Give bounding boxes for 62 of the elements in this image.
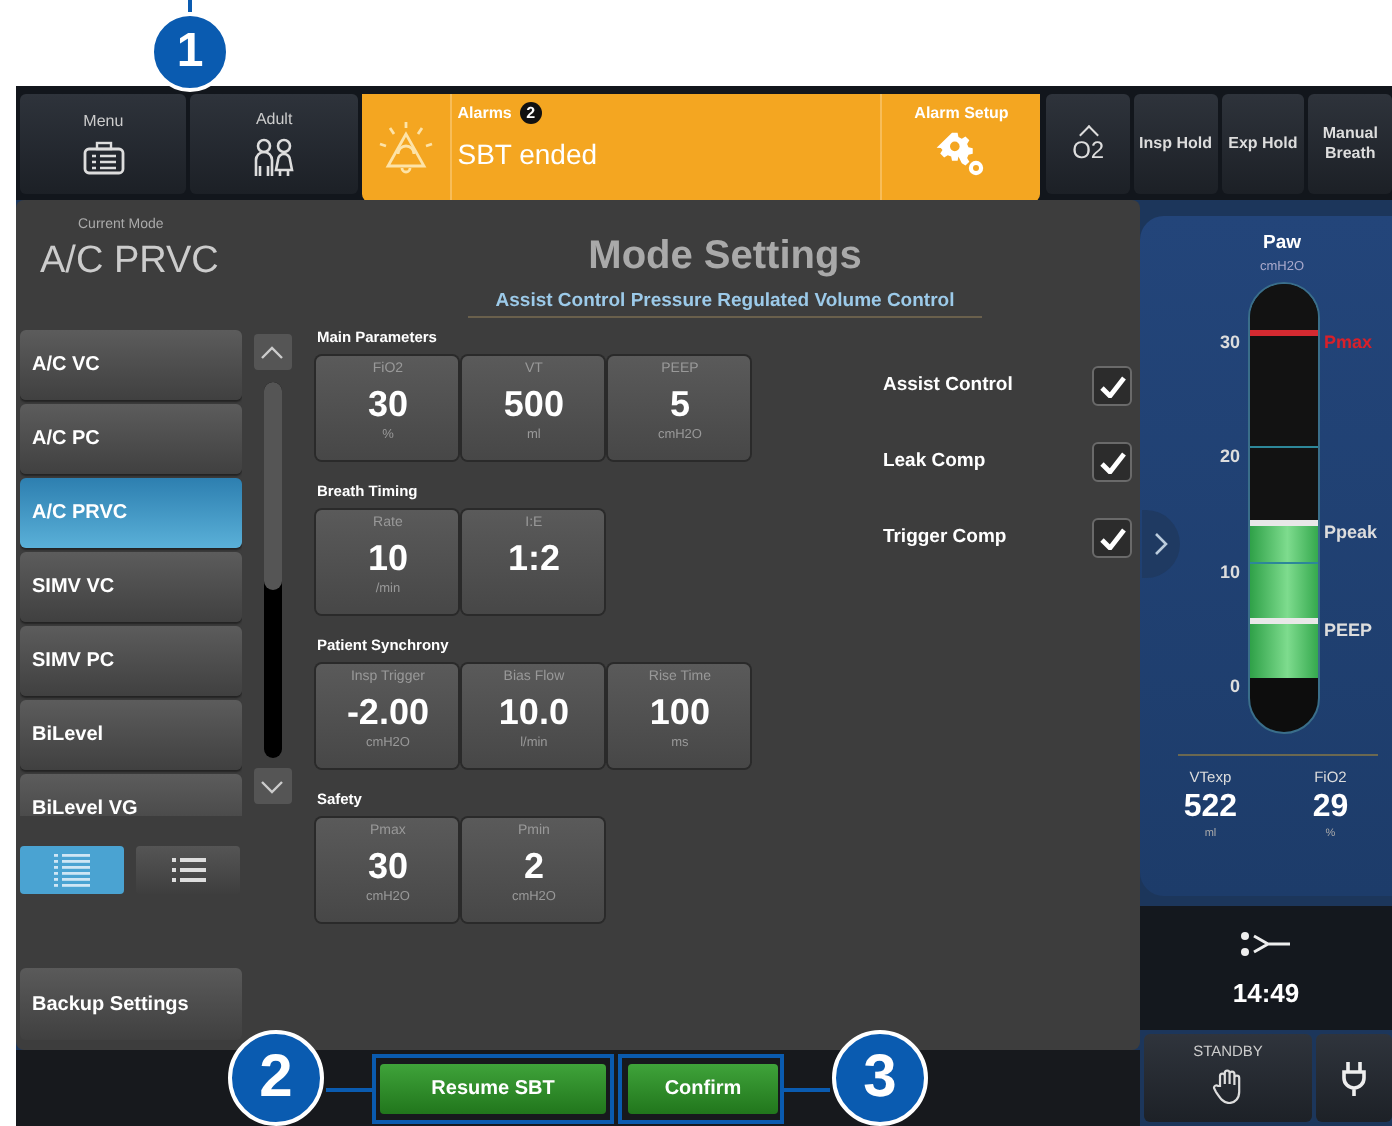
action-button[interactable]: Resume SBT <box>380 1063 606 1113</box>
callout-badge: 1 <box>150 12 230 92</box>
scale-label: 10 <box>1217 561 1240 582</box>
two-persons-icon <box>250 138 299 178</box>
checkbox[interactable] <box>1092 518 1132 558</box>
mode-item[interactable]: SIMV VC <box>20 552 242 622</box>
option-label: Assist Control <box>882 374 1013 396</box>
power-button[interactable] <box>1316 1034 1392 1122</box>
clipboard-icon <box>81 140 126 176</box>
scale-label: 20 <box>1217 446 1240 467</box>
patient-button[interactable]: Adult <box>190 94 358 194</box>
circuit-icon <box>1240 929 1292 957</box>
clock-time: 14:49 <box>1232 977 1300 1007</box>
marker-label: Ppeak <box>1324 521 1378 542</box>
alarm-count-badge: 2 <box>519 102 542 124</box>
panel-subtitle: Assist Control Pressure Regulated Volume Control <box>467 290 983 318</box>
scroll-up-button[interactable] <box>253 334 292 370</box>
current-mode-value: A/C PRVC <box>40 240 221 284</box>
reading-value: 29 <box>1312 790 1349 826</box>
oxygen-button[interactable]: O2 <box>1046 94 1130 194</box>
checkbox[interactable] <box>1092 442 1132 482</box>
mode-item[interactable]: A/C PC <box>20 404 242 474</box>
scroll-down-button[interactable] <box>253 768 292 804</box>
chevron-right-icon <box>1154 532 1168 556</box>
gauge-title: Paw <box>1262 232 1301 254</box>
mode-item[interactable]: BiLevel <box>20 700 242 770</box>
gears-icon <box>935 130 988 178</box>
toolbar-button[interactable]: Exp Hold <box>1221 94 1305 194</box>
alarm-bell-icon <box>377 120 434 176</box>
marker-label: PEEP <box>1324 620 1373 641</box>
view-toggle[interactable] <box>136 846 240 894</box>
check-icon <box>1099 451 1125 473</box>
reading-value: 522 <box>1183 790 1238 826</box>
alarm-message: SBT ended <box>457 138 600 170</box>
check-icon <box>1099 375 1125 397</box>
dense-list-icon <box>54 853 90 887</box>
mode-item[interactable]: BiLevel VG <box>20 774 242 816</box>
view-toggle[interactable] <box>20 846 124 894</box>
scale-label: 30 <box>1217 331 1240 352</box>
option-label: Trigger Comp <box>882 526 1007 548</box>
marker-label: Pmax <box>1324 331 1373 352</box>
toolbar-button[interactable]: Manual Breath <box>1308 94 1392 194</box>
chevron-down-icon <box>260 779 285 793</box>
chevron-up-icon <box>260 345 285 359</box>
check-icon <box>1099 527 1125 549</box>
hand-icon <box>1212 1068 1244 1104</box>
list-icon <box>171 858 205 882</box>
toolbar-button[interactable]: Insp Hold <box>1133 94 1218 194</box>
scale-label: 0 <box>1227 676 1240 696</box>
mode-item[interactable]: SIMV PC <box>20 626 242 696</box>
action-button[interactable]: Confirm <box>628 1063 778 1113</box>
checkbox[interactable] <box>1092 366 1132 406</box>
option-label: Leak Comp <box>882 450 986 472</box>
alarm-title: Alarms <box>457 104 512 122</box>
panel-title: Mode Settings <box>588 234 862 280</box>
menu-button[interactable]: Menu <box>20 94 187 194</box>
backup-settings-button[interactable]: Backup Settings <box>20 968 242 1040</box>
mode-item[interactable]: A/C VC <box>20 330 242 400</box>
callout-line <box>326 1088 372 1092</box>
plug-icon <box>1342 1060 1366 1096</box>
scrollbar-thumb[interactable] <box>263 382 282 590</box>
callout-line <box>782 1088 830 1092</box>
